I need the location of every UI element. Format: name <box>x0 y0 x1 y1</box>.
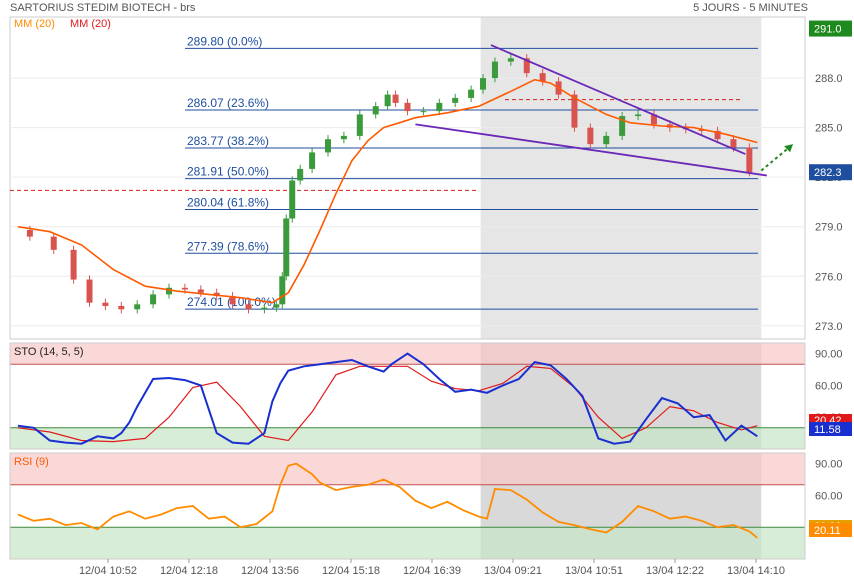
candle-body <box>50 236 57 250</box>
fib-level-label: 277.39 (78.6%) <box>187 239 269 253</box>
fib-level-label: 289.80 (0.0%) <box>187 34 262 48</box>
rsi-pane: 90.0060.0030.00RSI (9)30.0020.11 <box>9 452 852 560</box>
candle-body <box>356 114 363 136</box>
price-tick-label: 273.0 <box>815 321 843 333</box>
rsi-oversold-zone <box>10 527 805 559</box>
x-tick-label: 12/04 16:39 <box>403 565 461 577</box>
x-tick-label: 12/04 13:56 <box>241 565 299 577</box>
x-tick-label: 12/04 15:18 <box>322 565 380 577</box>
fib-level-label: 283.77 (38.2%) <box>187 134 269 148</box>
stochastic-pane: 90.0060.0030.00STO (14, 5, 5)20.4211.58 <box>9 342 852 450</box>
candle-body <box>309 152 316 169</box>
fib-level-label: 281.91 (50.0%) <box>187 165 269 179</box>
rsi-last-tag-label: 20.11 <box>814 525 841 537</box>
rsi-label: RSI (9) <box>14 456 49 468</box>
sto-k-tag-label: 11.58 <box>814 424 841 436</box>
candle-body <box>118 305 125 310</box>
candle-body <box>480 78 487 90</box>
candle-body <box>746 147 753 173</box>
candle-body <box>587 127 594 145</box>
candle-body <box>283 218 290 277</box>
sto-tick-label: 60.00 <box>815 380 843 392</box>
candle-body <box>635 114 642 117</box>
candle-body <box>245 304 252 310</box>
timeframe-label: 5 JOURS - 5 MINUTES <box>693 2 808 14</box>
candle-body <box>325 139 331 153</box>
sto-tick-label: 90.00 <box>815 349 843 361</box>
candle-body <box>289 180 296 219</box>
candle-body <box>26 230 33 237</box>
rsi-tick-label: 90.00 <box>815 459 843 471</box>
candle-body <box>507 58 514 62</box>
candle-body <box>468 89 475 98</box>
chart-title: SARTORIUS STEDIM BIOTECH - brs <box>10 2 196 14</box>
candle-body <box>372 106 379 115</box>
candle-body <box>261 307 268 310</box>
price-tick-label: 285.0 <box>815 123 843 135</box>
candle-body <box>404 102 411 112</box>
candle-body <box>297 168 304 181</box>
x-tick-label: 13/04 09:21 <box>484 565 542 577</box>
x-tick-label: 13/04 10:51 <box>565 565 623 577</box>
candle-body <box>86 279 93 303</box>
x-tick-label: 13/04 14:10 <box>727 565 785 577</box>
ma-legend-1: MM (20) <box>14 18 55 30</box>
candle-body <box>197 289 204 293</box>
chart-canvas: 273.0276.0279.0282.0285.0288.0289.80 (0.… <box>9 16 852 577</box>
candle-body <box>384 94 391 107</box>
candle-body <box>102 302 109 306</box>
candle-body <box>340 135 347 140</box>
candle-body <box>730 139 737 148</box>
x-tick-label: 13/04 12:22 <box>646 565 704 577</box>
price-tick-label: 276.0 <box>815 271 843 283</box>
candle-body <box>181 287 188 290</box>
candle-body <box>279 276 286 305</box>
ma-legend-2: MM (20) <box>70 18 111 30</box>
price-tick-label: 279.0 <box>815 222 843 234</box>
candle-body <box>452 97 459 103</box>
price-tick-label: 288.0 <box>815 73 843 85</box>
candle-body <box>70 249 77 280</box>
x-axis: 12/04 10:52 12/04 12:18 12/04 13:56 12/04 1… <box>79 559 785 577</box>
candle-body <box>491 61 498 79</box>
session-shade <box>480 17 762 339</box>
price-pane: 273.0276.0279.0282.0285.0288.0289.80 (0.… <box>9 16 852 340</box>
fib-level-label: 280.04 (61.8%) <box>187 196 269 210</box>
rsi-overbought-zone <box>10 453 805 485</box>
sto-oversold-zone <box>10 427 805 449</box>
sto-label: STO (14, 5, 5) <box>14 346 84 358</box>
x-tick-label: 12/04 10:52 <box>79 565 137 577</box>
last-price-tag-label: 282.3 <box>814 167 842 179</box>
candle-body <box>420 111 427 113</box>
candle-body <box>134 304 141 310</box>
candle-body <box>603 135 610 145</box>
candle-body <box>392 94 399 103</box>
candle-body <box>436 102 443 112</box>
rsi-tick-label: 60.00 <box>815 490 843 502</box>
candle-body <box>150 294 157 305</box>
candle-body <box>273 304 280 308</box>
x-tick-label: 12/04 12:18 <box>160 565 218 577</box>
fib-level-label: 286.07 (23.6%) <box>187 96 269 110</box>
high-price-tag-label: 291.0 <box>814 24 842 36</box>
